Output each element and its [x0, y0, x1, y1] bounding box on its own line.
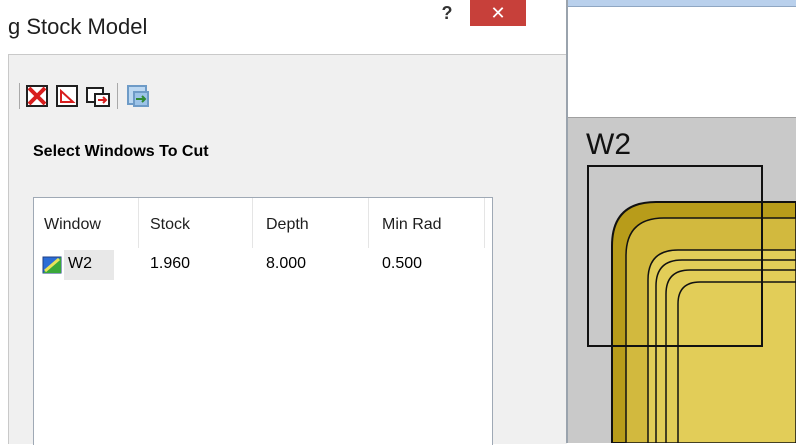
- model-viewport[interactable]: W2: [568, 0, 796, 443]
- select-window-icon: [56, 85, 78, 107]
- column-divider: [252, 198, 253, 248]
- add-window-icon: [86, 87, 110, 107]
- column-header-stock[interactable]: Stock: [150, 216, 190, 234]
- stock-model-drawing: [587, 165, 796, 443]
- dialog-title: g Stock Model: [8, 14, 148, 39]
- list-row-w2[interactable]: W2 1.960 8.000 0.500: [34, 248, 492, 282]
- select-window-button[interactable]: [55, 83, 81, 109]
- column-header-min-rad[interactable]: Min Rad: [382, 216, 442, 234]
- left-panel: Select Windows To Cut Window Stock Depth…: [8, 54, 567, 445]
- add-window-button[interactable]: [85, 83, 111, 109]
- cut-stock-button[interactable]: [125, 83, 151, 109]
- help-button[interactable]: ?: [436, 2, 458, 24]
- column-divider: [138, 198, 139, 248]
- cut-stock-icon: [127, 85, 149, 107]
- list-header: Window Stock Depth Min Rad: [34, 198, 492, 248]
- window-type-icon: [42, 256, 62, 274]
- column-header-window[interactable]: Window: [44, 216, 101, 234]
- toolbar-separator: [117, 83, 118, 109]
- window-list[interactable]: Window Stock Depth Min Rad W2 1.960 8.00…: [33, 197, 493, 445]
- viewport-toolbar-area: [568, 7, 796, 118]
- close-button[interactable]: ✕: [470, 0, 526, 26]
- column-divider: [484, 198, 485, 248]
- cell-min-rad: 0.500: [382, 255, 423, 272]
- cell-depth: 8.000: [266, 255, 307, 272]
- cell-stock: 1.960: [150, 255, 191, 272]
- viewport-title-strip: [568, 0, 796, 7]
- window-label: W2: [586, 128, 631, 161]
- delete-window-icon: [26, 85, 48, 107]
- section-heading: Select Windows To Cut: [33, 143, 209, 160]
- toolbar-separator: [19, 83, 20, 109]
- column-divider: [368, 198, 369, 248]
- column-header-depth[interactable]: Depth: [266, 216, 309, 234]
- stock-model-dialog: g Stock Model ? ✕ Select Windows To Cut …: [0, 0, 568, 445]
- title-bar[interactable]: g Stock Model ? ✕: [0, 0, 568, 54]
- delete-window-button[interactable]: [25, 83, 51, 109]
- cell-window: W2: [68, 255, 92, 272]
